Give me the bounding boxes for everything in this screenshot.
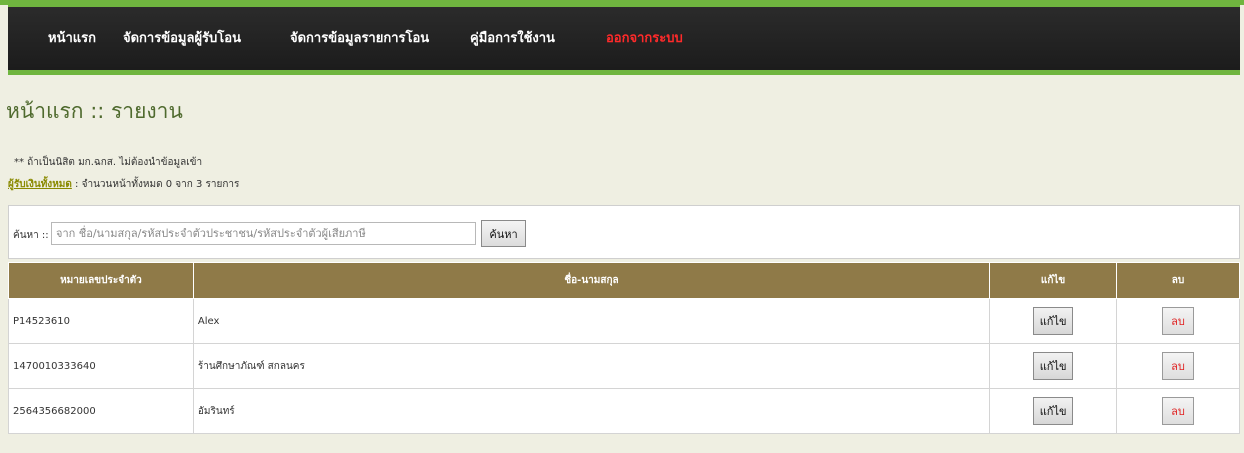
table-header-row: หมายเลขประจำตัว ชื่อ-นามสกุล แก้ไข ลบ [8,262,1240,299]
page-title: หน้าแรก :: รายงาน [6,99,183,123]
cell-edit: แก้ไข [989,388,1118,434]
nav-accent-bar [8,70,1240,75]
cell-name: Alex [192,298,991,344]
student-note: ** ถ้าเป็นนิสิต มก.ฉกส. ไม่ต้องนำข้อมูลเ… [14,157,203,168]
cell-edit: แก้ไข [989,298,1118,344]
nav-item-logout[interactable]: ออกจากระบบ [606,7,683,70]
delete-button[interactable]: ลบ [1162,397,1195,425]
search-button[interactable]: ค้นหา [481,220,526,247]
cell-id: 2564356682000 [8,388,194,434]
search-panel: ค้นหา :: ค้นหา [8,205,1240,259]
nav-item-manage-transfers[interactable]: จัดการข้อมูลรายการโอน [290,7,429,70]
nav-item-user-manual[interactable]: คู่มือการใช้งาน [470,7,555,70]
cell-edit: แก้ไข [989,343,1118,389]
delete-button[interactable]: ลบ [1162,307,1195,335]
cell-delete: ลบ [1116,388,1240,434]
column-header-delete: ลบ [1116,262,1240,299]
summary-text: : จำนวนหน้าทั้งหมด 0 จาก 3 รายการ [71,179,240,190]
recipients-table: หมายเลขประจำตัว ชื่อ-นามสกุล แก้ไข ลบ P1… [8,262,1240,434]
table-row: P14523610 Alex แก้ไข ลบ [8,298,1240,344]
delete-button[interactable]: ลบ [1162,352,1195,380]
table-row: 2564356682000 อัมรินทร์ แก้ไข ลบ [8,388,1240,434]
cell-delete: ลบ [1116,343,1240,389]
page: หน้าแรก จัดการข้อมูลผู้รับโอน จัดการข้อม… [0,0,1244,453]
edit-button[interactable]: แก้ไข [1033,352,1074,380]
edit-button[interactable]: แก้ไข [1033,397,1074,425]
summary-line: ผู้รับเงินทั้งหมด : จำนวนหน้าทั้งหมด 0 จ… [8,177,239,192]
search-label: ค้นหา :: [13,230,49,241]
column-header-edit: แก้ไข [989,262,1118,299]
column-header-id: หมายเลขประจำตัว [8,262,194,299]
column-header-name: ชื่อ-นามสกุล [192,262,991,299]
cell-name: ร้านศึกษาภัณฑ์ สกลนคร [192,343,991,389]
cell-id: P14523610 [8,298,194,344]
table-row: 1470010333640 ร้านศึกษาภัณฑ์ สกลนคร แก้ไ… [8,343,1240,389]
cell-name: อัมรินทร์ [192,388,991,434]
edit-button[interactable]: แก้ไข [1033,307,1074,335]
cell-id: 1470010333640 [8,343,194,389]
nav-item-manage-recipients[interactable]: จัดการข้อมูลผู้รับโอน [123,7,241,70]
all-recipients-link[interactable]: ผู้รับเงินทั้งหมด [8,179,72,190]
main-navigation: หน้าแรก จัดการข้อมูลผู้รับโอน จัดการข้อม… [8,5,1240,70]
nav-item-home[interactable]: หน้าแรก [48,7,96,70]
cell-delete: ลบ [1116,298,1240,344]
search-input[interactable] [51,222,476,245]
